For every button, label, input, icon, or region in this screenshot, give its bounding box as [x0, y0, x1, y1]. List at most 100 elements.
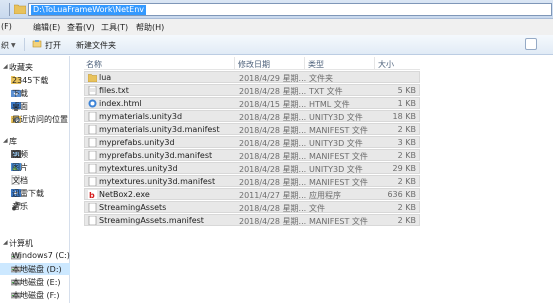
folder-icon [88, 74, 97, 82]
column-divider[interactable] [234, 57, 235, 69]
nav-computer[interactable]: ◢ 计算机 [0, 237, 70, 249]
command-toolbar: 织 ▼ 打开 新建文件夹 [0, 35, 553, 55]
nav-item-drive-c[interactable]: Windows7 (C:) [0, 250, 70, 262]
file-date: 2018/4/15 星期... [239, 100, 307, 109]
file-type: MANIFEST 文件 [309, 126, 368, 135]
column-date[interactable]: 修改日期 [238, 59, 270, 70]
file-type: HTML 文件 [309, 100, 350, 109]
address-field[interactable]: D:\ToLuaFrameWork\NetEnv [28, 3, 552, 16]
file-row[interactable]: mymaterials.unity3d.manifest 2018/4/28 星… [84, 123, 420, 135]
nav-item-label: Windows7 (C:) [12, 251, 70, 260]
file-size: 2 KB [397, 177, 416, 186]
file-row[interactable]: myprefabs.unity3d 2018/4/28 星期... UNITY3… [84, 136, 420, 148]
file-row[interactable]: myprefabs.unity3d.manifest 2018/4/28 星期.… [84, 149, 420, 161]
nav-item-label: 图片 [12, 163, 28, 172]
file-row[interactable]: files.txt 2018/4/28 星期... TXT 文件 5 KB [84, 84, 420, 96]
nav-item-label: 下载 [12, 89, 28, 98]
expand-arrow-icon[interactable]: ◢ [3, 63, 8, 70]
nav-item-2345-download[interactable]: 2345下载 [0, 74, 70, 86]
nav-item-drive-d[interactable]: 本地磁盘 (D:) [0, 263, 70, 275]
menu-help[interactable]: 帮助(H) [136, 22, 164, 33]
file-row[interactable]: lua 2018/4/29 星期... 文件夹 [84, 71, 420, 83]
address-path[interactable]: D:\ToLuaFrameWork\NetEnv [31, 5, 147, 15]
column-divider[interactable] [304, 57, 305, 69]
file-name: mytextures.unity3d [99, 164, 178, 173]
expand-arrow-icon[interactable]: ◢ [3, 137, 8, 144]
nav-item-label: 迅雷下载 [12, 189, 44, 198]
nav-item-downloads[interactable]: 下载 [0, 87, 70, 99]
nav-item-drive-f[interactable]: 本地磁盘 (F:) [0, 289, 70, 301]
column-name[interactable]: 名称 [86, 59, 102, 70]
expand-arrow-icon[interactable]: ◢ [3, 239, 8, 246]
menu-view[interactable]: 查看(V) [67, 22, 95, 33]
file-row[interactable]: b NetBox2.exe 2011/4/27 星期... 应用程序 636 K… [84, 188, 420, 200]
chevron-down-icon[interactable]: ▼ [11, 42, 16, 49]
back-edge[interactable] [0, 3, 10, 16]
nav-item-label: 本地磁盘 (F:) [12, 291, 60, 300]
unity-file-icon [88, 164, 97, 173]
address-bar: D:\ToLuaFrameWork\NetEnv [0, 0, 553, 19]
menu-tools[interactable]: 工具(T) [101, 22, 128, 33]
file-type: UNITY3D 文件 [309, 165, 363, 174]
file-size: 18 KB [392, 112, 416, 121]
file-name: mymaterials.unity3d [99, 112, 183, 121]
file-size: 29 KB [392, 164, 416, 173]
nav-item-thunder-download[interactable]: 迅雷下载 [0, 187, 70, 199]
file-name: StreamingAssets [99, 203, 167, 212]
file-size: 3 KB [397, 138, 416, 147]
file-size: 2 KB [397, 203, 416, 212]
nav-item-recent-places[interactable]: 最近访问的位置 [0, 113, 70, 125]
organize-button[interactable]: 织 [1, 40, 9, 51]
file-name: NetBox2.exe [99, 190, 150, 199]
column-type[interactable]: 类型 [308, 59, 324, 70]
file-size: 636 KB [387, 190, 416, 199]
file-date: 2018/4/28 星期... [239, 217, 307, 226]
file-date: 2018/4/28 星期... [239, 204, 307, 213]
menu-edit[interactable]: 编辑(E) [33, 22, 60, 33]
nav-item-label: 最近访问的位置 [12, 115, 68, 124]
file-row[interactable]: index.html 2018/4/15 星期... HTML 文件 1 KB [84, 97, 420, 109]
file-type: UNITY3D 文件 [309, 139, 363, 148]
file-row[interactable]: StreamingAssets 2018/4/28 星期... 文件 2 KB [84, 201, 420, 213]
file-type: UNITY3D 文件 [309, 113, 363, 122]
file-name: myprefabs.unity3d.manifest [99, 151, 213, 160]
view-options-icon[interactable] [525, 38, 537, 50]
nav-item-desktop[interactable]: 桌面 [0, 100, 70, 112]
navigation-pane: ◢ 收藏夹 2345下载 下载 桌面 最近访问的位置 ◢ 库 视频 图片 文档 … [0, 56, 70, 303]
folder-icon [14, 4, 26, 14]
open-button[interactable]: 打开 [45, 40, 61, 51]
computer-label: 计算机 [9, 239, 33, 248]
file-row[interactable]: mytextures.unity3d.manifest 2018/4/28 星期… [84, 175, 420, 187]
nav-item-drive-e[interactable]: 本地磁盘 (E:) [0, 276, 70, 288]
nav-item-documents[interactable]: 文档 [0, 174, 70, 186]
library-label: 库 [9, 137, 17, 146]
file-date: 2018/4/28 星期... [239, 139, 307, 148]
file-type: 文件 [309, 204, 325, 213]
file-name: files.txt [99, 86, 129, 95]
column-size[interactable]: 大小 [378, 59, 394, 70]
file-date: 2018/4/28 星期... [239, 126, 307, 135]
file-name: lua [99, 73, 112, 82]
nav-item-pictures[interactable]: 图片 [0, 161, 70, 173]
column-header: 名称 修改日期 类型 大小 [84, 56, 420, 70]
file-date: 2018/4/29 星期... [239, 74, 307, 83]
file-date: 2018/4/28 星期... [239, 165, 307, 174]
nav-item-label: 本地磁盘 (D:) [12, 265, 62, 274]
html-file-icon [88, 99, 97, 108]
file-size: 1 KB [397, 99, 416, 108]
manifest-file-icon [88, 216, 97, 225]
nav-item-videos[interactable]: 视频 [0, 148, 70, 160]
nav-item-music[interactable]: 音乐 [0, 200, 70, 212]
file-name: mytextures.unity3d.manifest [99, 177, 216, 186]
menu-file[interactable]: (F) [1, 22, 12, 31]
file-row[interactable]: mytextures.unity3d 2018/4/28 星期... UNITY… [84, 162, 420, 174]
column-divider[interactable] [374, 57, 375, 69]
nav-favorites[interactable]: ◢ 收藏夹 [0, 61, 70, 73]
file-row[interactable]: StreamingAssets.manifest 2018/4/28 星期...… [84, 214, 420, 226]
file-row[interactable]: mymaterials.unity3d 2018/4/28 星期... UNIT… [84, 110, 420, 122]
file-type: 应用程序 [309, 191, 341, 200]
new-folder-button[interactable]: 新建文件夹 [76, 40, 116, 51]
nav-library[interactable]: ◢ 库 [0, 135, 70, 147]
file-name: index.html [99, 99, 142, 108]
file-type: MANIFEST 文件 [309, 178, 368, 187]
